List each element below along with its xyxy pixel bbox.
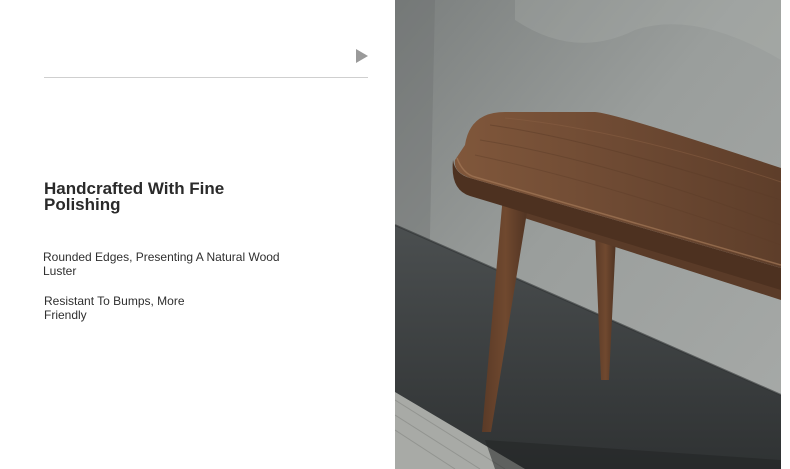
content-panel: Handcrafted With Fine Polishing Rounded … (0, 0, 395, 469)
play-icon[interactable] (356, 49, 368, 63)
product-photo (395, 0, 781, 469)
divider (44, 77, 368, 78)
feature-text: Rounded Edges, Presenting A Natural Wood… (43, 250, 280, 278)
section-heading: Handcrafted With Fine Polishing (44, 179, 225, 214)
feature-text: Resistant To Bumps, More Friendly (44, 294, 185, 322)
